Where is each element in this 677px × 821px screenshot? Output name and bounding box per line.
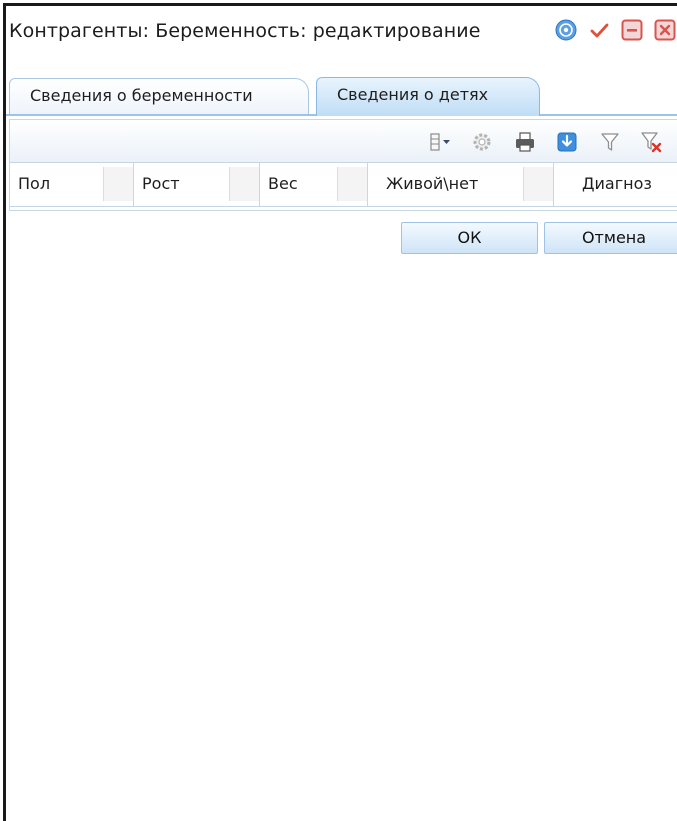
column-menu-trigger[interactable] <box>523 167 553 201</box>
column-header-diagnosis[interactable]: Диагноз <box>554 163 677 206</box>
tab-pregnancy-info[interactable]: Сведения о беременности <box>9 78 309 114</box>
column-header-height[interactable]: Рост <box>134 163 260 206</box>
column-header-alive[interactable]: Живой\нет <box>368 163 554 206</box>
title-bar: Контрагенты: Беременность: редактировани… <box>6 6 677 58</box>
column-label-sex: Пол <box>18 174 51 193</box>
dialog-window: Контрагенты: Беременность: редактировани… <box>3 3 677 821</box>
column-menu-trigger[interactable] <box>337 167 367 201</box>
children-grid: Пол Рост Вес Живой\нет Диагноз <box>9 119 677 211</box>
tab-children-info[interactable]: Сведения о детях <box>316 77 540 116</box>
grid-header-row: Пол Рост Вес Живой\нет Диагноз <box>10 163 677 207</box>
column-header-sex[interactable]: Пол <box>10 163 134 206</box>
export-icon[interactable] <box>556 131 578 153</box>
settings-icon[interactable] <box>471 131 493 153</box>
ok-button[interactable]: ОК <box>401 222 538 254</box>
cancel-button[interactable]: Отмена <box>544 222 677 254</box>
columns-menu-icon[interactable] <box>428 131 454 153</box>
window-title: Контрагенты: Беременность: редактировани… <box>9 20 481 42</box>
filter-icon[interactable] <box>599 131 621 153</box>
clear-filter-icon[interactable] <box>640 131 662 153</box>
check-icon[interactable] <box>588 19 610 41</box>
tab-strip: Сведения о беременности Сведения о детях <box>6 77 677 116</box>
help-icon[interactable] <box>555 19 577 41</box>
column-label-height: Рост <box>142 174 180 193</box>
column-label-alive: Живой\нет <box>386 174 479 193</box>
close-icon[interactable] <box>654 19 676 41</box>
minimize-icon[interactable] <box>621 19 643 41</box>
column-label-diagnosis: Диагноз <box>582 174 652 193</box>
column-menu-trigger[interactable] <box>103 167 133 201</box>
print-icon[interactable] <box>514 131 536 153</box>
column-menu-trigger[interactable] <box>229 167 259 201</box>
grid-toolbar <box>10 120 677 163</box>
column-header-weight[interactable]: Вес <box>260 163 368 206</box>
column-label-weight: Вес <box>268 174 298 193</box>
